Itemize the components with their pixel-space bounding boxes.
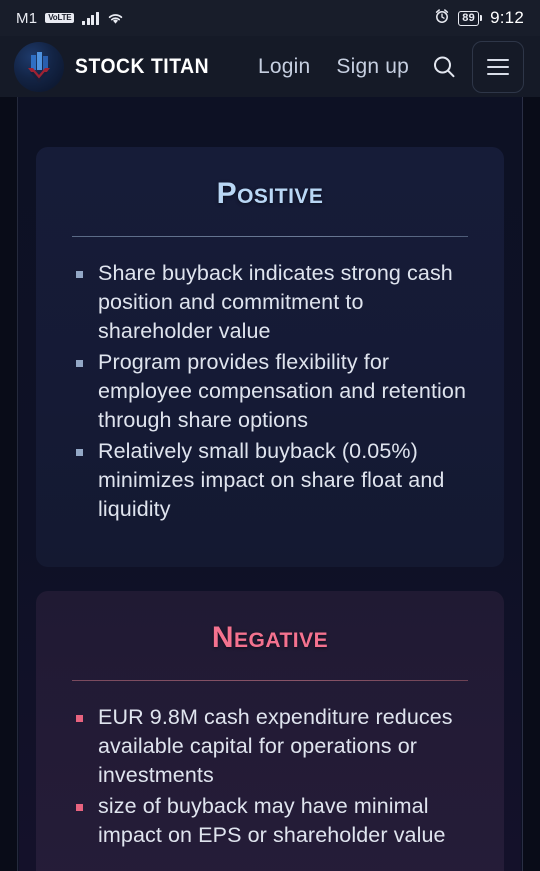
site-header: STOCK TITAN Login Sign up: [0, 36, 540, 97]
brand-home-link[interactable]: STOCK TITAN: [14, 41, 221, 92]
status-bar: M1 VoLTE 89 9:12: [0, 0, 540, 36]
list-item: Program provides flexibility for employe…: [74, 348, 478, 435]
status-bar-right: 89 9:12: [434, 8, 524, 29]
list-item: Relatively small buyback (0.05%) minimiz…: [74, 437, 478, 524]
battery-level-label: 89: [458, 10, 480, 26]
hamburger-menu-icon[interactable]: [472, 40, 524, 93]
battery-tip: [480, 15, 483, 21]
battery-indicator: 89: [458, 10, 483, 26]
brand-label: STOCK TITAN: [75, 54, 210, 78]
negative-card: Negative EUR 9.8M cash expenditure reduc…: [36, 591, 504, 871]
list-item: Share buyback indicates strong cash posi…: [74, 259, 478, 346]
right-edge-gutter: [522, 97, 540, 871]
negative-card-divider: [72, 680, 468, 681]
page-body: Positive Share buyback indicates strong …: [0, 97, 540, 871]
carrier-label: M1: [16, 9, 38, 27]
wifi-icon: [107, 12, 124, 25]
phone-screen: M1 VoLTE 89 9:12 STOCK TITAN Login Sign …: [0, 0, 540, 871]
list-item: EUR 9.8M cash expenditure reduces availa…: [74, 703, 478, 790]
analysis-section: Positive Share buyback indicates strong …: [19, 97, 521, 871]
alarm-clock-icon: [434, 8, 450, 29]
signup-link[interactable]: Sign up: [323, 55, 422, 79]
left-edge-gutter: [0, 97, 18, 871]
search-icon[interactable]: [422, 45, 466, 89]
login-link[interactable]: Login: [245, 55, 323, 79]
negative-card-title: Negative: [211, 621, 329, 654]
positive-card: Positive Share buyback indicates strong …: [36, 147, 504, 567]
negative-points-list: EUR 9.8M cash expenditure reduces availa…: [74, 703, 478, 850]
clock-label: 9:12: [490, 8, 524, 27]
header-nav: Login Sign up: [245, 40, 524, 93]
stock-titan-logo-icon: [14, 41, 64, 92]
status-bar-left: M1 VoLTE: [16, 10, 124, 27]
volte-badge: VoLTE: [45, 12, 75, 24]
positive-card-title: Positive: [216, 177, 324, 210]
list-item: size of buyback may have minimal impact …: [74, 792, 478, 850]
positive-card-divider: [72, 236, 468, 237]
signal-bars-icon: [82, 11, 99, 25]
positive-points-list: Share buyback indicates strong cash posi…: [74, 259, 478, 524]
